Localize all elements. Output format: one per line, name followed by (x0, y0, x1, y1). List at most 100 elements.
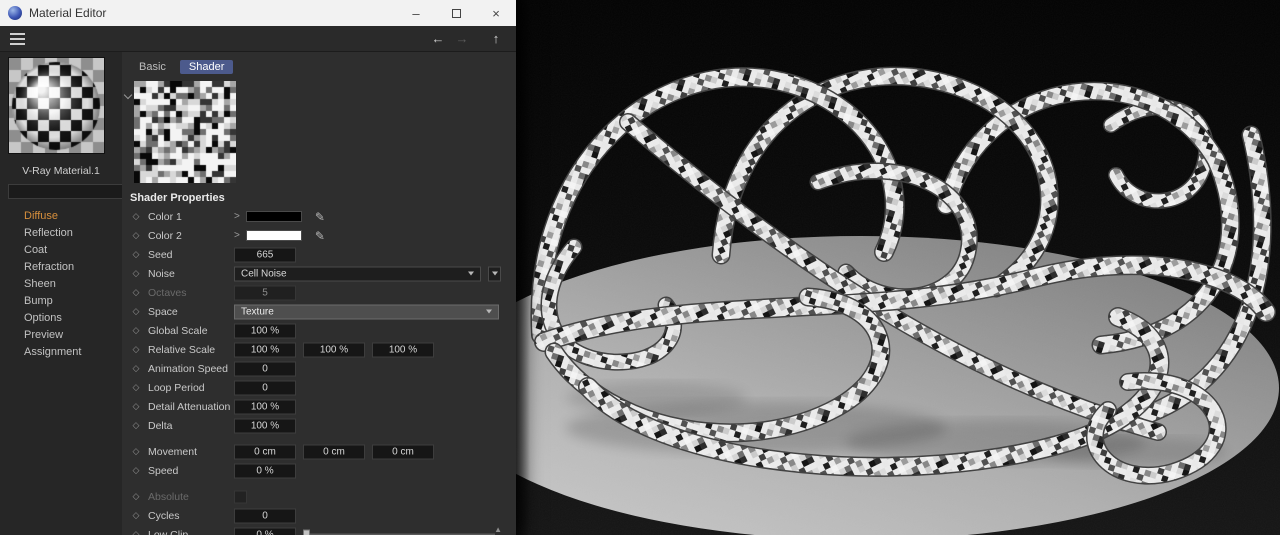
dropdown-value: Cell Noise (241, 268, 287, 279)
octaves-input: 5 (234, 285, 296, 300)
property-row-color2: ◇ Color 2 > ✎ (122, 226, 516, 245)
property-row-color1: ◇ Color 1 > ✎ (122, 207, 516, 226)
material-preview-canvas (9, 58, 104, 153)
keyframe-diamond-icon[interactable]: ◇ (130, 510, 142, 521)
app-icon (8, 6, 22, 20)
tab-basic[interactable]: Basic (130, 60, 175, 74)
field-value: 0 cm (392, 446, 414, 457)
speed-input[interactable]: 0 % (234, 463, 296, 478)
sidebar-item-reflection[interactable]: Reflection (0, 225, 122, 242)
sidebar-item-preview[interactable]: Preview (0, 327, 122, 344)
low-clip-input[interactable]: 0 % (234, 527, 296, 535)
seed-input[interactable]: 665 (234, 247, 296, 262)
keyframe-diamond-icon[interactable]: ◇ (130, 268, 142, 279)
section-title: Shader Properties (130, 192, 225, 204)
noise-type-dropdown[interactable]: Cell Noise (234, 266, 481, 281)
window-title: Material Editor (29, 6, 107, 20)
cycles-input[interactable]: 0 (234, 508, 296, 523)
keyframe-diamond-icon[interactable]: ◇ (130, 446, 142, 457)
maximize-button[interactable] (436, 0, 476, 26)
keyframe-diamond-icon[interactable]: ◇ (130, 306, 142, 317)
property-label: Low Clip (148, 528, 189, 535)
property-label: Movement (148, 445, 198, 458)
animation-speed-input[interactable]: 0 (234, 361, 296, 376)
sidebar-item-sheen[interactable]: Sheen (0, 276, 122, 293)
shader-panel: Basic Shader Shader Properties ◇ Color 1… (122, 52, 516, 535)
keyframe-diamond-icon[interactable]: ◇ (130, 382, 142, 393)
tab-bar: Basic Shader (122, 58, 516, 76)
global-scale-input[interactable]: 100 % (234, 323, 296, 338)
scroll-up-icon[interactable]: ▲ (494, 525, 502, 534)
forward-button[interactable]: → (450, 31, 474, 46)
edit-color2-icon[interactable]: ✎ (315, 229, 325, 243)
keyframe-diamond-icon[interactable]: ◇ (130, 325, 142, 336)
up-button[interactable]: ↑ (484, 31, 508, 46)
property-label: Absolute (148, 490, 189, 503)
loop-period-input[interactable]: 0 (234, 380, 296, 395)
property-row-speed: ◇ Speed 0 % (122, 461, 516, 480)
field-value: 0 cm (254, 446, 276, 457)
material-preview-sphere[interactable] (8, 57, 105, 154)
field-value: 5 (262, 287, 268, 298)
sidebar-item-refraction[interactable]: Refraction (0, 259, 122, 276)
delta-input[interactable]: 100 % (234, 418, 296, 433)
relative-scale-y-input[interactable]: 100 % (303, 342, 365, 357)
menu-hamburger-icon[interactable] (10, 32, 25, 45)
detail-attenuation-input[interactable]: 100 % (234, 399, 296, 414)
absolute-checkbox[interactable] (234, 490, 247, 503)
sidebar-item-coat[interactable]: Coat (0, 242, 122, 259)
movement-z-input[interactable]: 0 cm (372, 444, 434, 459)
expand-chevron-icon[interactable]: > (234, 230, 240, 241)
close-button[interactable]: × (476, 0, 516, 26)
field-value: 100 % (319, 344, 349, 355)
field-value: 100 % (250, 420, 280, 431)
render-viewport[interactable] (443, 0, 1280, 535)
property-row-movement: ◇ Movement 0 cm 0 cm 0 cm (122, 442, 516, 461)
minimize-button[interactable]: – (396, 0, 436, 26)
chevron-down-icon (486, 309, 492, 314)
noise-texture-preview[interactable] (134, 81, 236, 183)
movement-y-input[interactable]: 0 cm (303, 444, 365, 459)
field-value: 0 % (256, 529, 274, 535)
keyframe-diamond-icon[interactable]: ◇ (130, 230, 142, 241)
property-label: Noise (148, 267, 175, 280)
keyframe-diamond-icon[interactable]: ◇ (130, 363, 142, 374)
slider-handle[interactable] (303, 529, 310, 535)
chevron-down-icon (468, 271, 474, 276)
keyframe-diamond-icon[interactable]: ◇ (130, 344, 142, 355)
low-clip-slider[interactable] (303, 529, 495, 535)
relative-scale-x-input[interactable]: 100 % (234, 342, 296, 357)
field-value: 0 cm (323, 446, 345, 457)
sidebar-item-diffuse[interactable]: Diffuse (0, 208, 122, 225)
property-label: Delta (148, 419, 173, 432)
relative-scale-z-input[interactable]: 100 % (372, 342, 434, 357)
color1-swatch[interactable] (245, 211, 302, 222)
expand-chevron-icon[interactable]: > (234, 211, 240, 222)
sidebar-item-options[interactable]: Options (0, 310, 122, 327)
sidebar-item-bump[interactable]: Bump (0, 293, 122, 310)
space-dropdown[interactable]: Texture (234, 304, 499, 319)
window-titlebar[interactable]: Material Editor – × (0, 0, 516, 26)
tab-shader[interactable]: Shader (179, 60, 234, 74)
noise-preset-button[interactable] (488, 266, 501, 281)
sidebar-item-assignment[interactable]: Assignment (0, 344, 122, 361)
keyframe-diamond-icon[interactable]: ◇ (130, 401, 142, 412)
property-label: Detail Attenuation (148, 400, 231, 413)
collapse-chevron-icon[interactable] (122, 81, 134, 183)
back-button[interactable]: ← (426, 31, 450, 46)
keyframe-diamond-icon[interactable]: ◇ (130, 420, 142, 431)
window-shadow (516, 0, 530, 535)
color2-swatch[interactable] (245, 230, 302, 241)
keyframe-diamond-icon[interactable]: ◇ (130, 249, 142, 260)
keyframe-diamond-icon[interactable]: ◇ (130, 529, 142, 535)
field-value: 100 % (250, 401, 280, 412)
edit-color1-icon[interactable]: ✎ (315, 210, 325, 224)
keyframe-diamond-icon[interactable]: ◇ (130, 465, 142, 476)
keyframe-diamond-icon[interactable]: ◇ (130, 211, 142, 222)
screen: Material Editor – × ← → ↑ V-Ray Material… (0, 0, 1280, 535)
property-row-cycles: ◇ Cycles 0 (122, 506, 516, 525)
field-value: 0 (262, 382, 268, 393)
field-value: 100 % (250, 344, 280, 355)
field-value: 0 (262, 363, 268, 374)
movement-x-input[interactable]: 0 cm (234, 444, 296, 459)
